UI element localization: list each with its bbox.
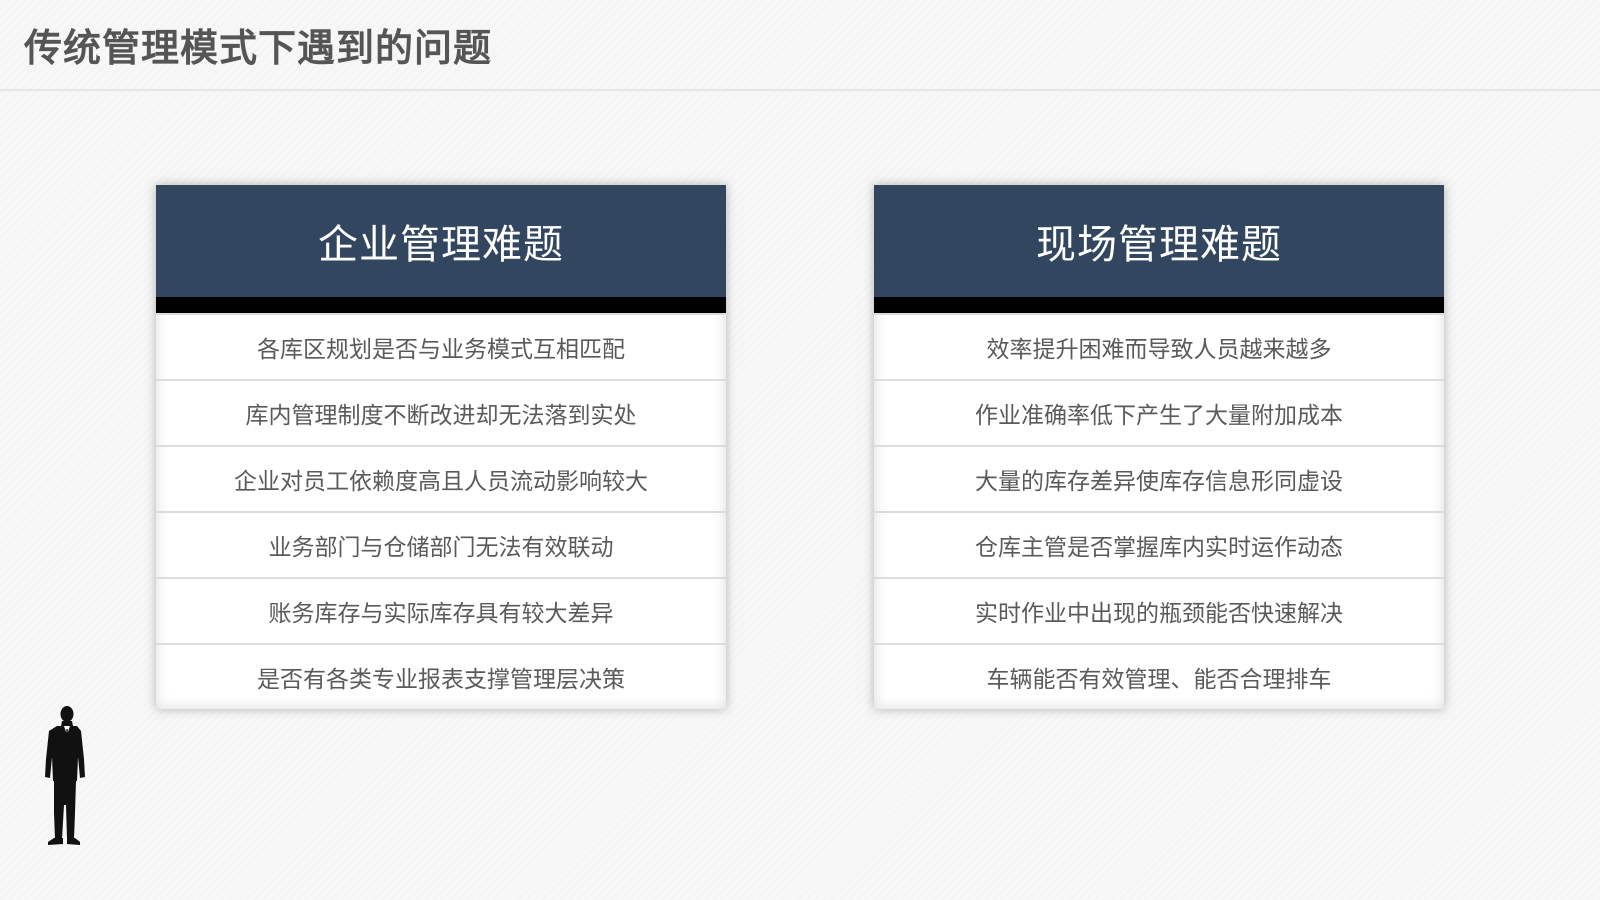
panel-row: 业务部门与仓储部门无法有效联动 (156, 511, 726, 577)
businessman-silhouette-icon (45, 706, 85, 845)
panel-row: 账务库存与实际库存具有较大差异 (156, 577, 726, 643)
panel-heading: 企业管理难题 (156, 185, 726, 297)
panel-site-management: 现场管理难题 效率提升困难而导致人员越来越多 作业准确率低下产生了大量附加成本 … (874, 185, 1444, 709)
panel-row: 仓库主管是否掌握库内实时运作动态 (874, 511, 1444, 577)
panel-row: 各库区规划是否与业务模式互相匹配 (156, 313, 726, 379)
panel-heading: 现场管理难题 (874, 185, 1444, 297)
panel-row: 车辆能否有效管理、能否合理排车 (874, 643, 1444, 709)
title-divider (0, 89, 1600, 91)
panel-row: 实时作业中出现的瓶颈能否快速解决 (874, 577, 1444, 643)
panel-row: 库内管理制度不断改进却无法落到实处 (156, 379, 726, 445)
panel-row: 作业准确率低下产生了大量附加成本 (874, 379, 1444, 445)
panel-heading-bar (156, 297, 726, 313)
panel-enterprise-management: 企业管理难题 各库区规划是否与业务模式互相匹配 库内管理制度不断改进却无法落到实… (156, 185, 726, 709)
slide-title: 传统管理模式下遇到的问题 (24, 26, 493, 70)
panel-heading-bar (874, 297, 1444, 313)
panel-row: 效率提升困难而导致人员越来越多 (874, 313, 1444, 379)
panel-row: 大量的库存差异使库存信息形同虚设 (874, 445, 1444, 511)
panel-row: 是否有各类专业报表支撑管理层决策 (156, 643, 726, 709)
panel-row: 企业对员工依赖度高且人员流动影响较大 (156, 445, 726, 511)
